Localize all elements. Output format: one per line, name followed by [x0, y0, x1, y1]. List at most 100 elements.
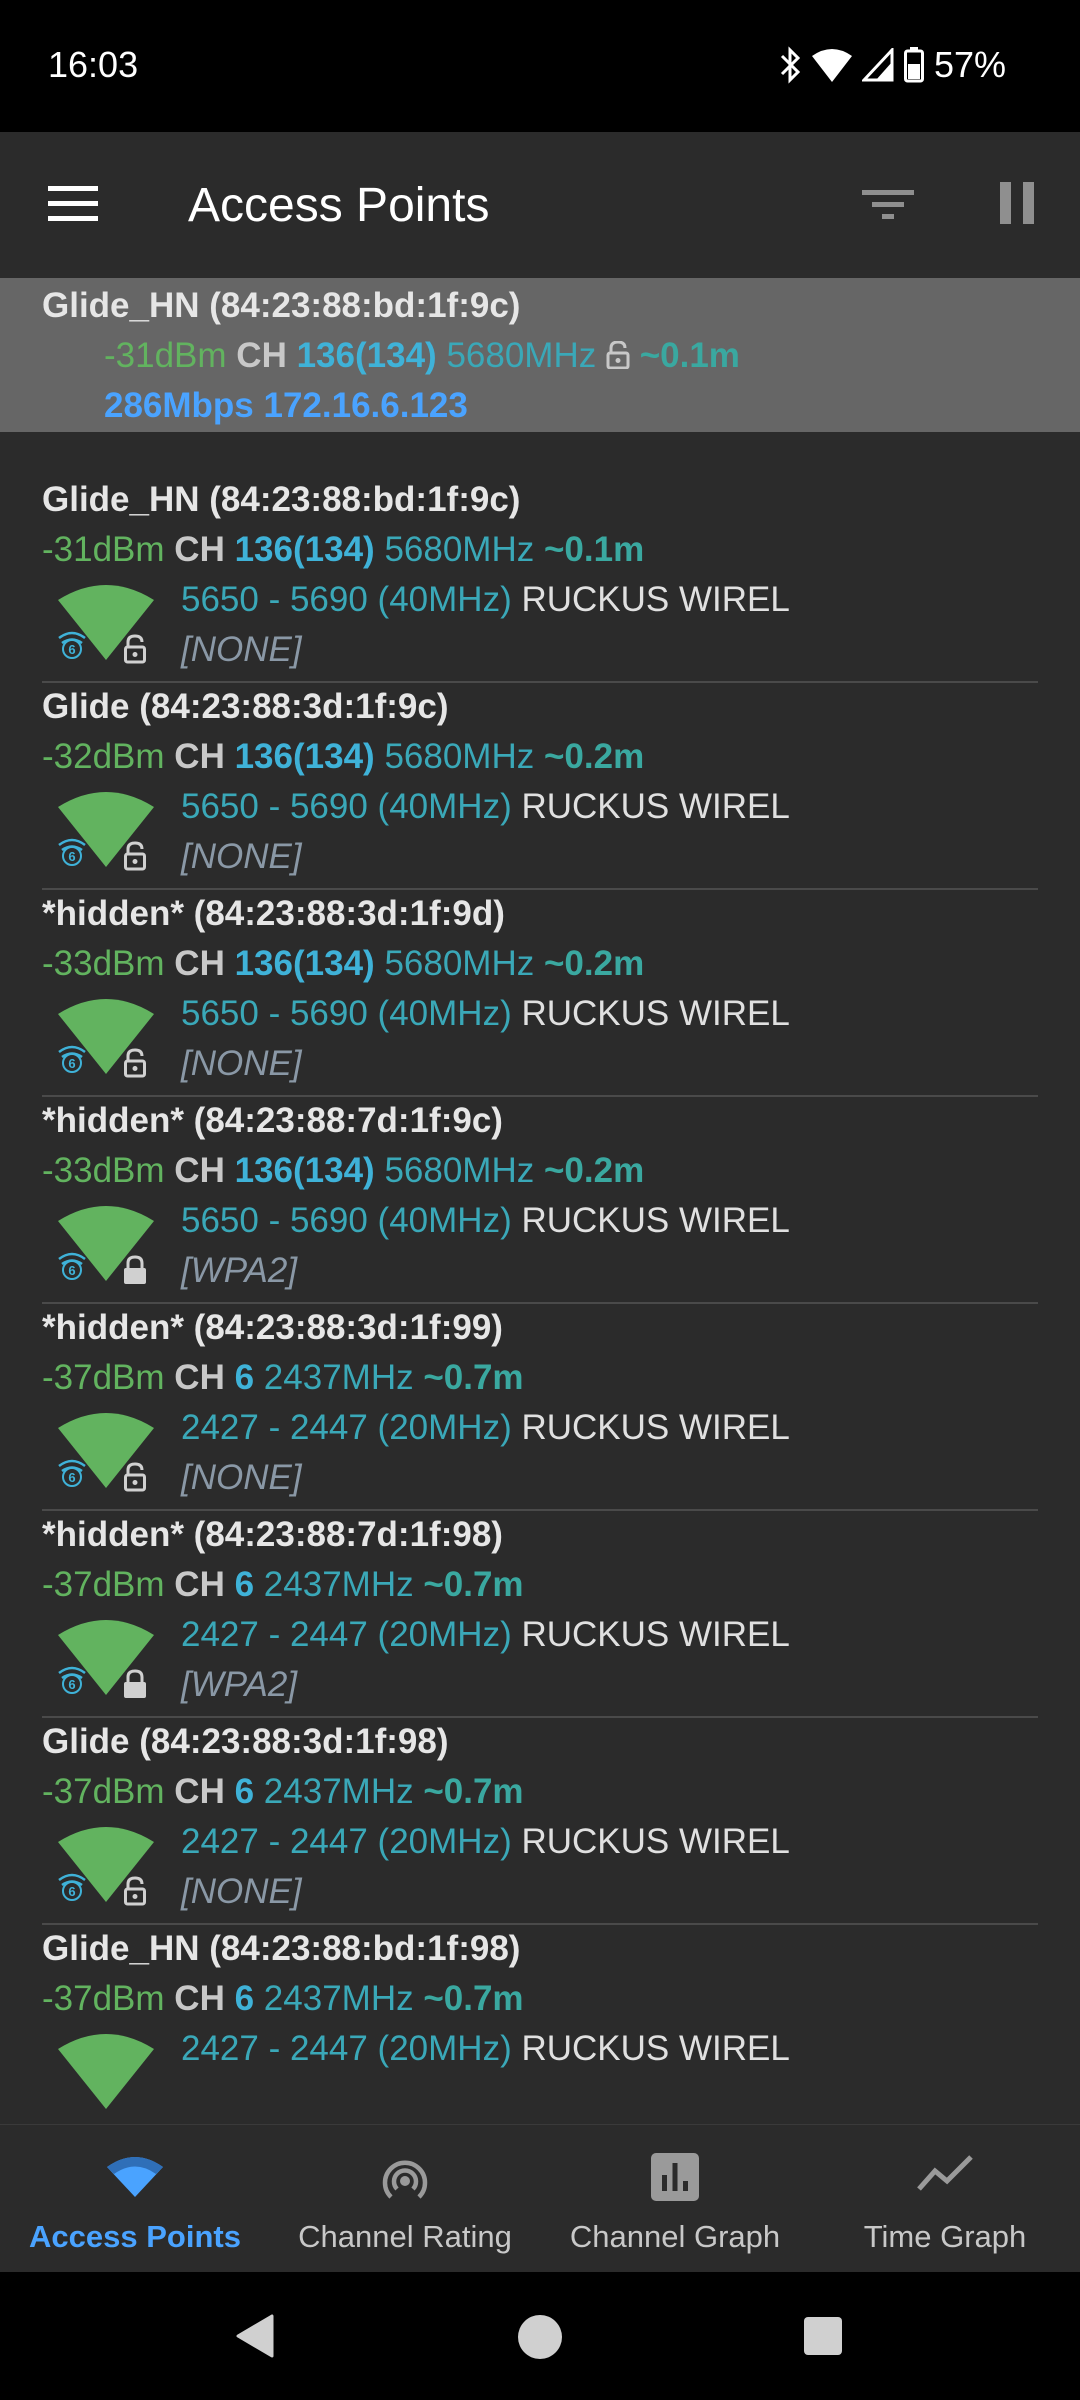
access-point-row[interactable]: Glide (84:23:88:3d:1f:9c) -32dBm CH 136(1… — [0, 683, 1080, 890]
ap-title: *hidden* (84:23:88:3d:1f:9d) — [42, 894, 505, 933]
ap-range-line: 2427 - 2447 (20MHz) RUCKUS WIREL — [181, 1822, 790, 1862]
channel-value: 6 — [234, 1979, 255, 2018]
status-time: 16:03 — [48, 44, 139, 85]
access-point-row[interactable]: *hidden* (84:23:88:3d:1f:99) -37dBm CH 6 … — [0, 1304, 1080, 1511]
back-icon[interactable] — [234, 2314, 274, 2358]
recents-icon[interactable] — [803, 2316, 843, 2356]
vendor: RUCKUS WIREL — [521, 1408, 790, 1447]
frequency-range: 2427 - 2447 (20MHz) — [181, 2029, 512, 2068]
radar-icon — [382, 2160, 428, 2199]
distance: ~0.2m — [543, 737, 645, 776]
home-icon[interactable] — [517, 2314, 563, 2360]
distance: ~0.7m — [423, 1565, 524, 1604]
nav-label: Time Graph — [863, 2219, 1027, 2254]
channel-value: 136(134) — [234, 737, 375, 776]
nav-channel-graph[interactable]: Channel Graph — [540, 2125, 810, 2273]
nav-access-points[interactable]: Access Points — [0, 2125, 270, 2273]
channel-label: CH — [174, 530, 225, 569]
nav-channel-rating[interactable]: Channel Rating — [270, 2125, 540, 2273]
channel-value: 6 — [234, 1772, 255, 1811]
open-lock-icon — [124, 841, 146, 871]
ap-title: *hidden* (84:23:88:7d:1f:9c) — [42, 1101, 503, 1140]
frequency-range: 5650 - 5690 (40MHz) — [181, 580, 512, 619]
channel-label: CH — [174, 1565, 225, 1604]
frequency: 5680MHz — [384, 1151, 535, 1190]
battery-percent: 57% — [933, 44, 1006, 85]
channel-value: 6 — [234, 1358, 255, 1397]
vendor: RUCKUS WIREL — [521, 580, 790, 619]
wifi6-icon: 6 — [58, 1666, 86, 1694]
vendor: RUCKUS WIREL — [521, 787, 790, 826]
connected-ap-card[interactable]: Glide_HN (84:23:88:bd:1f:9c) -31dBm CH 1… — [0, 278, 1080, 432]
open-lock-icon — [124, 634, 146, 664]
bottom-navigation: Access Points Channel Rating Channel Gra… — [0, 2124, 1080, 2272]
access-point-row[interactable]: *hidden* (84:23:88:7d:1f:98) -37dBm CH 6 … — [0, 1511, 1080, 1718]
svg-text:6: 6 — [68, 1056, 75, 1071]
svg-text:6: 6 — [68, 849, 75, 864]
channel-label: CH — [174, 1772, 225, 1811]
ap-signal-line: -32dBm CH 136(134) 5680MHz ~0.2m — [42, 737, 644, 777]
distance: ~0.1m — [639, 336, 740, 375]
ap-range-line: 5650 - 5690 (40MHz) RUCKUS WIREL — [181, 580, 790, 620]
svg-text:6: 6 — [68, 1884, 75, 1899]
access-point-row[interactable]: *hidden* (84:23:88:3d:1f:9d) -33dBm CH 13… — [0, 890, 1080, 1097]
connected-ap-signal-line: -31dBm CH 136(134) 5680MHz ~0.1m — [104, 336, 740, 376]
wifi6-icon: 6 — [58, 1459, 86, 1487]
access-point-row[interactable]: Glide_HN (84:23:88:bd:1f:9c) -31dBm CH 13… — [0, 476, 1080, 683]
frequency-range: 5650 - 5690 (40MHz) — [181, 994, 512, 1033]
ap-signal-line: -37dBm CH 6 2437MHz ~0.7m — [42, 1565, 524, 1605]
ap-range-line: 2427 - 2447 (20MHz) RUCKUS WIREL — [181, 1615, 790, 1655]
channel-label: CH — [174, 944, 225, 983]
hamburger-menu-icon[interactable] — [48, 184, 98, 224]
nav-label: Channel Rating — [298, 2219, 512, 2254]
status-icons: 57% — [778, 44, 1006, 86]
pause-icon[interactable] — [1000, 182, 1034, 224]
bluetooth-icon — [780, 46, 801, 84]
frequency-range: 2427 - 2447 (20MHz) — [181, 1615, 512, 1654]
ap-title: Glide (84:23:88:3d:1f:9c) — [42, 687, 449, 726]
wifi6-icon: 6 — [58, 631, 86, 659]
wifi-icon — [107, 2157, 163, 2197]
page-title: Access Points — [188, 179, 490, 232]
ap-signal-line: -37dBm CH 6 2437MHz ~0.7m — [42, 1358, 524, 1398]
access-point-row[interactable]: Glide (84:23:88:3d:1f:98) -37dBm CH 6 243… — [0, 1718, 1080, 1925]
frequency: 2437MHz — [263, 1358, 414, 1397]
signal-dbm: -33dBm — [42, 1151, 165, 1190]
filter-icon[interactable] — [862, 184, 914, 224]
ap-signal-line: -33dBm CH 136(134) 5680MHz ~0.2m — [42, 944, 644, 984]
frequency: 5680MHz — [384, 944, 535, 983]
ap-signal-line: -37dBm CH 6 2437MHz ~0.7m — [42, 1979, 524, 2019]
vendor: RUCKUS WIREL — [521, 994, 790, 1033]
wifi6-icon: 6 — [58, 1252, 86, 1280]
access-point-list: Glide_HN (84:23:88:bd:1f:9c) -31dBm CH 13… — [0, 476, 1080, 2124]
ap-signal-line: -33dBm CH 136(134) 5680MHz ~0.2m — [42, 1151, 644, 1191]
access-point-row[interactable]: Glide_HN (84:23:88:bd:1f:98) -37dBm CH 6 … — [0, 1925, 1080, 2124]
vendor: RUCKUS WIREL — [521, 1201, 790, 1240]
svg-text:6: 6 — [68, 1677, 75, 1692]
signal-dbm: -37dBm — [42, 1565, 165, 1604]
vendor: RUCKUS WIREL — [521, 2029, 790, 2068]
security-type: [NONE] — [181, 837, 302, 876]
open-lock-icon — [124, 1048, 146, 1078]
ap-title: Glide (84:23:88:3d:1f:98) — [42, 1722, 449, 1761]
channel-value: 136(134) — [234, 944, 375, 983]
access-point-row[interactable]: *hidden* (84:23:88:7d:1f:9c) -33dBm CH 13… — [0, 1097, 1080, 1304]
nav-label: Channel Graph — [569, 2219, 781, 2254]
ap-title: *hidden* (84:23:88:7d:1f:98) — [42, 1515, 503, 1554]
frequency: 5680MHz — [384, 530, 535, 569]
cell-signal-icon — [861, 48, 894, 82]
line-chart-icon — [917, 2155, 973, 2191]
vendor: RUCKUS WIREL — [521, 1822, 790, 1861]
svg-text:6: 6 — [68, 642, 75, 657]
nav-time-graph[interactable]: Time Graph — [810, 2125, 1080, 2273]
distance: ~0.1m — [543, 530, 645, 569]
channel-label: CH — [174, 737, 225, 776]
connected-ap-title: Glide_HN (84:23:88:bd:1f:9c) — [42, 286, 521, 325]
distance: ~0.7m — [423, 1358, 524, 1397]
wifi6-icon: 6 — [58, 838, 86, 866]
ap-signal-line: -37dBm CH 6 2437MHz ~0.7m — [42, 1772, 524, 1812]
wifi-status-icon — [811, 49, 852, 82]
security-type: [WPA2] — [181, 1251, 298, 1290]
security-type: [NONE] — [181, 630, 302, 669]
ap-range-line: 5650 - 5690 (40MHz) RUCKUS WIREL — [181, 994, 790, 1034]
